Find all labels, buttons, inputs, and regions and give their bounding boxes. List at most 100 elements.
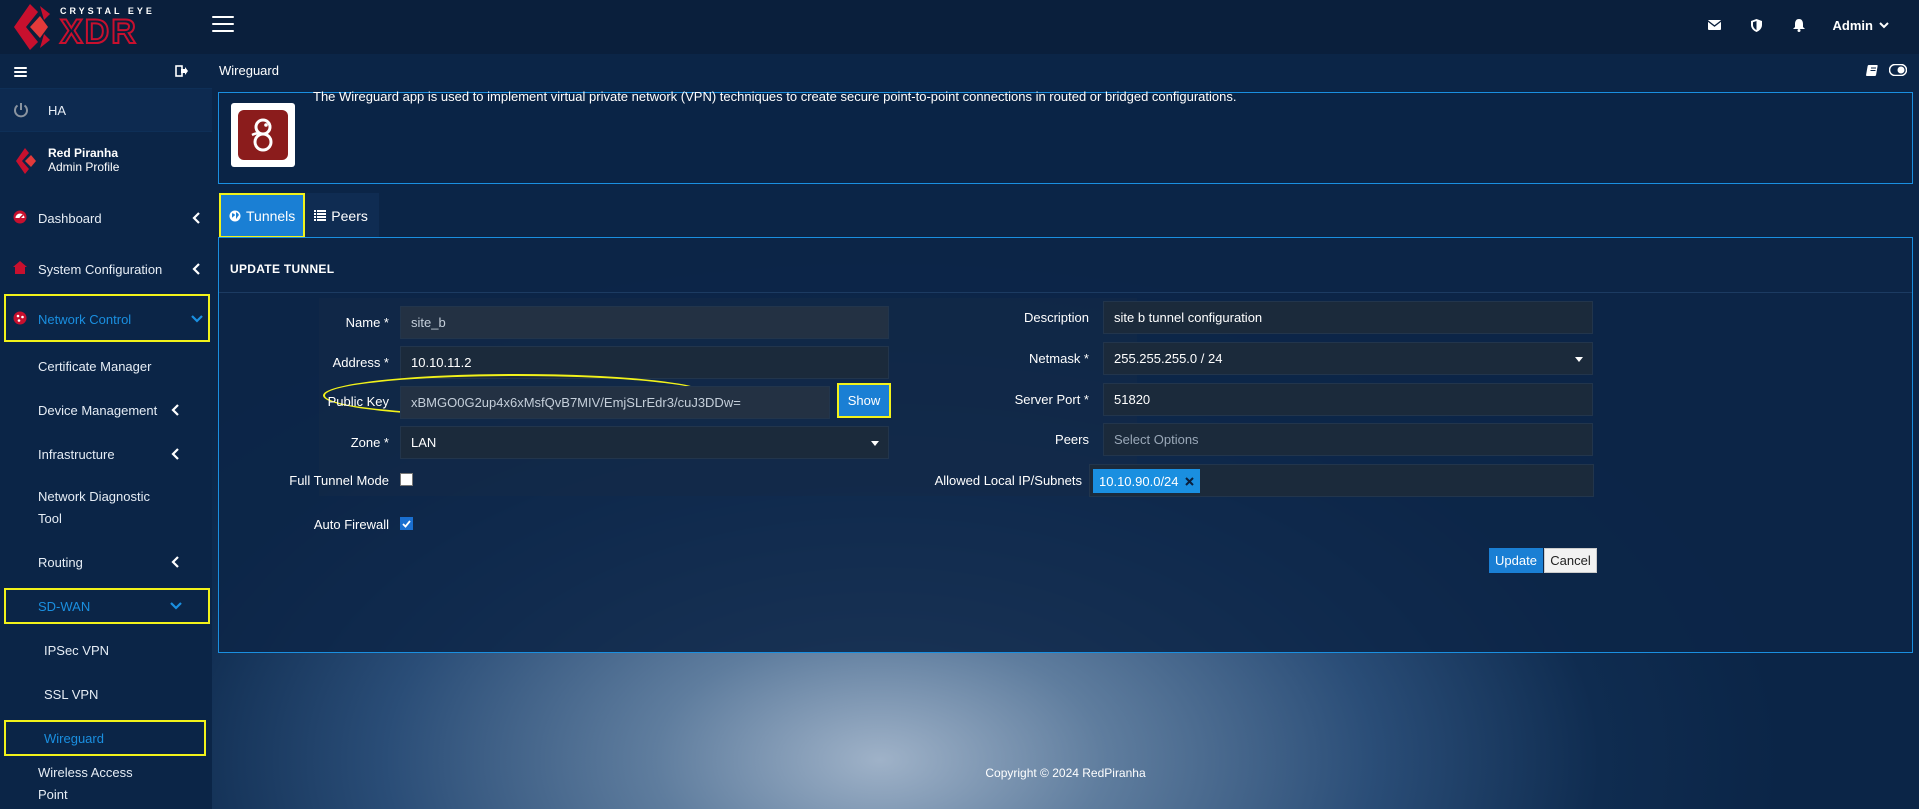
admin-label: Admin: [1832, 17, 1873, 33]
subnet-tag-label: 10.10.90.0/24: [1099, 473, 1179, 489]
network-icon: [13, 311, 29, 327]
sidebar-item-label: Infrastructure: [38, 446, 115, 462]
full-tunnel-checkbox[interactable]: [400, 473, 413, 486]
sign-out-icon[interactable]: [175, 64, 189, 78]
profile-role: Admin Profile: [48, 160, 120, 174]
peers-select[interactable]: Select Options: [1103, 423, 1593, 456]
sidebar-item-label: Wireless Access: [38, 765, 133, 780]
app-info-box: [218, 92, 1913, 184]
description-field[interactable]: site b tunnel configuration: [1103, 301, 1593, 334]
sidebar-collapse-button[interactable]: [14, 67, 27, 79]
public-key-field[interactable]: xBMGO0G2up4x6xMsfQvB7MIV/EmjSLrEdr3/cuJ3…: [400, 386, 830, 419]
page-title: Wireguard: [219, 63, 279, 78]
chevron-left-icon: [192, 212, 200, 224]
sidebar-item-dashboard[interactable]: Dashboard: [0, 192, 212, 244]
chevron-down-icon: [191, 315, 203, 323]
full-tunnel-label: Full Tunnel Mode: [289, 473, 389, 488]
home-icon: [13, 261, 29, 277]
chevron-down-icon: [170, 602, 182, 610]
peers-label: Peers: [1055, 432, 1089, 447]
update-button[interactable]: Update: [1489, 548, 1543, 573]
sidebar-item-ha[interactable]: HA: [0, 88, 212, 132]
tab-label: Tunnels: [246, 207, 296, 224]
subnet-tag[interactable]: 10.10.90.0/24: [1093, 469, 1200, 493]
tab-label: Peers: [331, 207, 368, 224]
description-label: Description: [1023, 310, 1089, 325]
panel-title: UPDATE TUNNEL: [230, 262, 335, 276]
top-bar: CRYSTAL EYE XDR Admin: [0, 0, 1919, 54]
check-icon: [402, 519, 411, 528]
shield-icon[interactable]: [1749, 17, 1765, 33]
tab-bar: Tunnels Peers: [219, 193, 380, 240]
server-port-label: Server Port *: [1014, 392, 1089, 407]
sidebar-item-label: Network Diagnostic: [38, 489, 150, 504]
caret-down-icon: [1575, 357, 1583, 362]
update-tunnel-panel: UPDATE TUNNEL Name * site_b Address * 10…: [218, 237, 1913, 653]
address-label: Address *: [332, 355, 389, 370]
show-key-button[interactable]: Show: [839, 385, 889, 416]
menu-toggle-button[interactable]: [212, 16, 234, 36]
sidebar-item-label: Dashboard: [38, 210, 102, 226]
footer-copyright: Copyright © 2024 RedPiranha: [985, 766, 1146, 780]
caret-down-icon: [871, 441, 879, 446]
chevron-left-icon: [171, 556, 179, 568]
envelope-icon[interactable]: [1707, 17, 1723, 33]
chevron-left-icon: [192, 263, 200, 275]
sidebar-item-ssl-vpn[interactable]: SSL VPN: [0, 672, 212, 716]
tab-tunnels[interactable]: Tunnels: [219, 193, 306, 238]
close-icon[interactable]: [1184, 476, 1194, 486]
profile-name: Red Piranha: [48, 146, 119, 160]
chevron-left-icon: [171, 404, 179, 416]
netmask-select[interactable]: 255.255.255.0 / 24: [1103, 342, 1593, 375]
logo-mark-icon: [14, 4, 50, 50]
name-label: Name *: [345, 315, 389, 330]
sidebar-item-device-management[interactable]: Device Management: [0, 388, 212, 432]
zone-value: LAN: [411, 435, 437, 450]
sidebar-item-system-configuration[interactable]: System Configuration: [0, 244, 212, 294]
sidebar-item-certificate-manager[interactable]: Certificate Manager: [0, 344, 212, 388]
sidebar-item-wireless-access-point[interactable]: Wireless Access Point: [0, 760, 212, 808]
sidebar-item-infrastructure[interactable]: Infrastructure: [0, 432, 212, 476]
netmask-label: Netmask *: [1029, 351, 1089, 366]
auto-firewall-checkbox[interactable]: [400, 517, 413, 530]
chevron-down-icon: [1879, 21, 1889, 28]
tab-peers[interactable]: Peers: [305, 193, 380, 238]
chevron-left-icon: [171, 448, 179, 460]
zone-select[interactable]: LAN: [400, 426, 889, 459]
bell-icon[interactable]: [1791, 17, 1807, 33]
sidebar-item-ipsec-vpn[interactable]: IPSec VPN: [0, 628, 212, 672]
app-description: The Wireguard app is used to implement v…: [313, 89, 1237, 104]
sidebar-item-routing[interactable]: Routing: [0, 540, 212, 584]
netmask-value: 255.255.255.0 / 24: [1114, 351, 1223, 366]
sidebar-item-label: Point: [38, 787, 68, 802]
allowed-subnets-field[interactable]: 10.10.90.0/24: [1089, 464, 1594, 497]
sidebar: HA Red Piranha Admin Profile Dashboard S…: [0, 54, 212, 809]
main-content: Wireguard The Wireguard app is used to i…: [212, 54, 1919, 809]
power-icon: [13, 102, 29, 118]
wireguard-logo-icon: [231, 103, 295, 167]
sidebar-item-sd-wan[interactable]: SD-WAN: [0, 584, 212, 628]
list-icon: [314, 210, 327, 221]
public-key-label: Public Key: [327, 394, 389, 409]
sidebar-item-label: Certificate Manager: [38, 358, 152, 374]
sidebar-item-label: Device Management: [38, 402, 158, 418]
sidebar-item-label: System Configuration: [38, 261, 163, 277]
sidebar-item-wireguard[interactable]: Wireguard: [0, 716, 212, 760]
book-icon[interactable]: [1866, 64, 1879, 77]
server-port-field[interactable]: 51820: [1103, 383, 1593, 416]
cancel-button[interactable]: Cancel: [1544, 548, 1597, 573]
sidebar-item-label: HA: [48, 102, 67, 118]
brand-logo[interactable]: CRYSTAL EYE XDR: [10, 0, 180, 54]
user-profile[interactable]: Red Piranha Admin Profile: [0, 132, 212, 192]
sidebar-item-label: IPSec VPN: [44, 642, 110, 658]
name-field[interactable]: site_b: [400, 306, 889, 339]
globe-icon: [229, 210, 241, 221]
dashboard-icon: [13, 210, 29, 226]
admin-user-menu[interactable]: Admin: [1833, 18, 1889, 33]
toggle-icon[interactable]: [1889, 64, 1907, 76]
avatar: [16, 148, 36, 174]
sidebar-item-network-diagnostic-tool[interactable]: Network Diagnostic Tool: [0, 476, 212, 540]
sidebar-item-label: Tool: [38, 511, 62, 526]
sidebar-item-network-control[interactable]: Network Control: [0, 294, 212, 344]
sidebar-item-label: Routing: [38, 554, 83, 570]
